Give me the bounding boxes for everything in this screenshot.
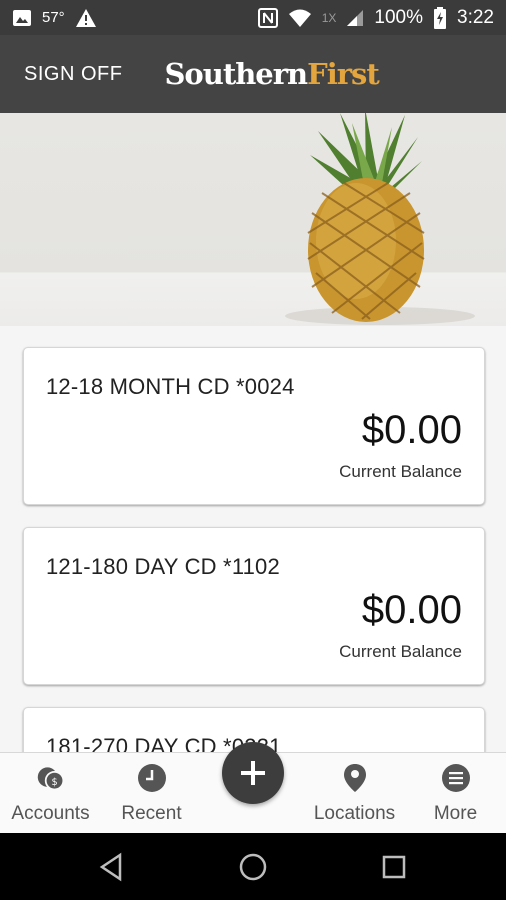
logo-part-southern: Southern — [164, 57, 308, 91]
home-icon[interactable] — [237, 851, 269, 883]
wifi-icon — [288, 9, 311, 27]
balance-label: Current Balance — [339, 642, 462, 661]
account-card[interactable]: 121-180 DAY CD *1102 $0.00 Current Balan… — [23, 527, 485, 685]
account-balance: $0.00 — [361, 588, 462, 632]
back-icon[interactable] — [96, 851, 128, 883]
warning-icon — [75, 8, 96, 27]
cell-signal-icon — [347, 9, 364, 26]
status-left: 57° — [12, 8, 97, 28]
nav-more[interactable]: More — [405, 753, 506, 834]
nav-label-recent: Recent — [121, 803, 182, 824]
temperature: 57° — [42, 9, 65, 26]
menu-icon — [441, 763, 471, 793]
clock-icon — [137, 763, 167, 793]
clock: 3:22 — [457, 6, 494, 28]
sign-off-button[interactable]: SIGN OFF — [24, 63, 122, 86]
svg-text:$: $ — [51, 777, 57, 788]
gallery-icon — [13, 9, 31, 26]
account-list: 12-18 MONTH CD *0024 $0.00 Current Balan… — [0, 326, 506, 752]
logo-part-first: First — [307, 57, 380, 91]
battery-charging-icon — [434, 6, 447, 29]
balance-label: Current Balance — [339, 462, 462, 481]
status-bar: 57° 1X 100% 3:22 — [0, 0, 506, 35]
nav-locations[interactable]: Locations — [304, 753, 405, 834]
nav-accounts[interactable]: $ Accounts — [0, 753, 101, 834]
hero-banner — [0, 113, 506, 326]
add-button[interactable] — [222, 742, 284, 804]
account-name: 12-18 MONTH CD *0024 — [46, 374, 295, 399]
nav-label-accounts: Accounts — [11, 803, 90, 824]
system-nav-bar — [0, 833, 506, 900]
signal-label: 1X — [321, 10, 337, 25]
recents-icon[interactable] — [378, 851, 410, 883]
brand-logo: SouthernFirst — [164, 57, 380, 91]
nav-label-more: More — [433, 803, 478, 824]
status-right: 1X 100% 3:22 — [257, 6, 494, 29]
account-name: 121-180 DAY CD *1102 — [46, 554, 280, 579]
accounts-icon: $ — [36, 763, 66, 793]
plus-icon — [241, 761, 265, 785]
pineapple-image — [285, 113, 475, 325]
nav-label-locations: Locations — [313, 803, 396, 824]
account-card[interactable]: 12-18 MONTH CD *0024 $0.00 Current Balan… — [23, 347, 485, 505]
location-pin-icon — [340, 763, 370, 793]
battery-percent: 100% — [374, 6, 424, 28]
app-header: SIGN OFF SouthernFirst — [0, 35, 506, 113]
account-balance: $0.00 — [361, 408, 462, 452]
nav-recent[interactable]: Recent — [101, 753, 202, 834]
nfc-icon — [257, 7, 278, 28]
